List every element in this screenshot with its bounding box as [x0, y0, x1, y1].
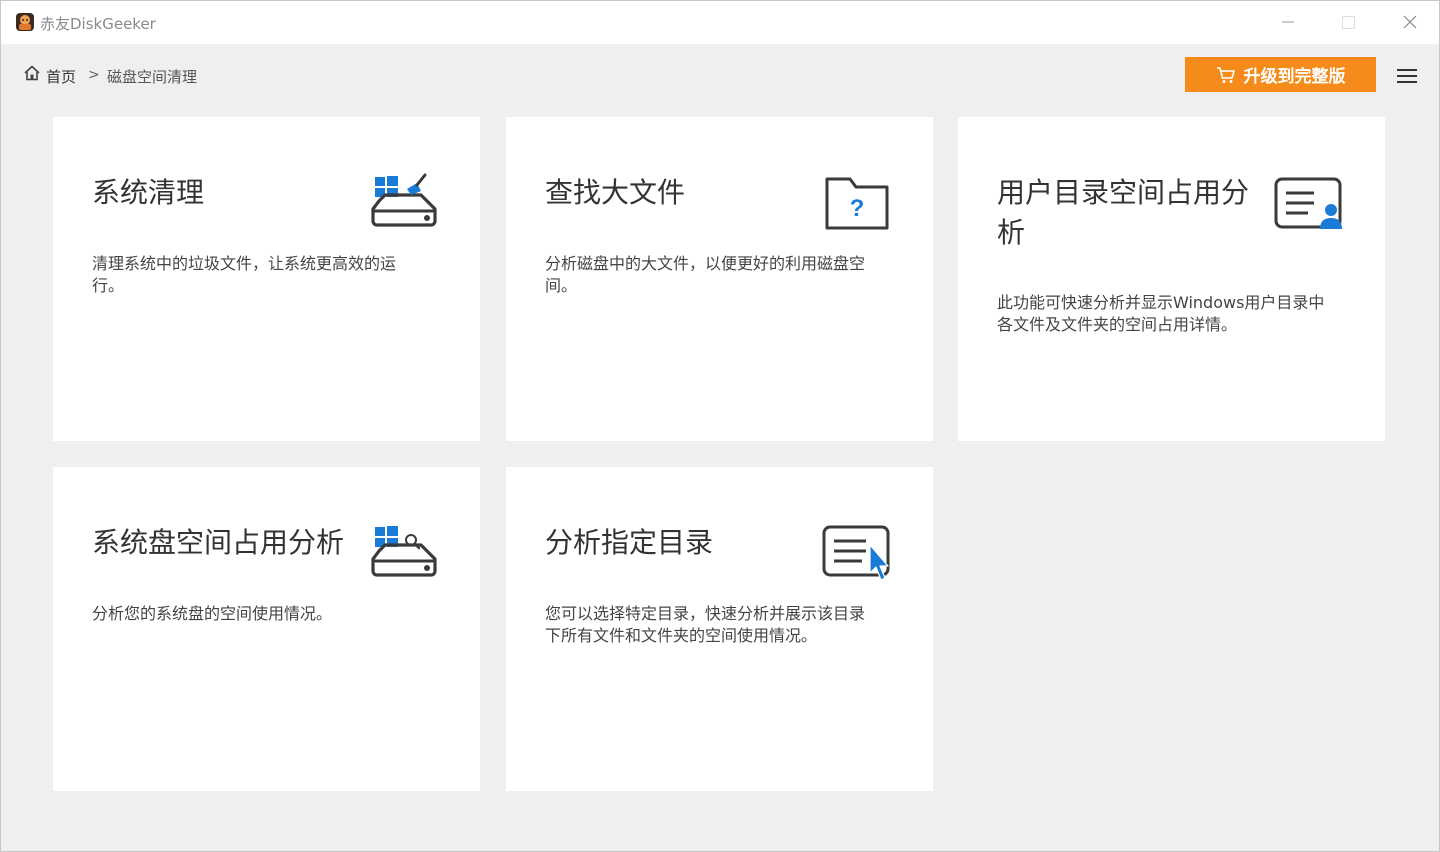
description-line: 此功能可快速分析并显示Windows用户目录中	[997, 293, 1325, 312]
card-system-disk-analysis[interactable]: 系统盘空间占用分析 分析您的系统盘的空间使用情况。	[53, 467, 480, 791]
user-directory-icon	[1274, 177, 1342, 229]
home-icon[interactable]	[23, 64, 41, 82]
card-title: 系统清理	[92, 176, 205, 209]
list-cursor-icon	[822, 525, 890, 581]
description-line: 您可以选择特定目录，快速分析并展示该目录	[545, 604, 866, 623]
disk-clean-icon	[371, 173, 437, 227]
card-title: 系统盘空间占用分析	[92, 526, 345, 559]
card-description: 清理系统中的垃圾文件，让系统更高效的运 行。	[92, 253, 396, 297]
hamburger-menu-icon[interactable]	[1396, 67, 1418, 85]
description-line: 分析您的系统盘的空间使用情况。	[92, 604, 333, 623]
breadcrumb-separator: >	[88, 67, 100, 83]
app-title: 赤友DiskGeeker	[40, 15, 156, 33]
minimize-icon[interactable]	[1265, 7, 1311, 37]
folder-question-icon: ?	[825, 177, 889, 230]
card-analyze-directory[interactable]: 分析指定目录 您可以选择特定目录，快速分析并展示该目录 下所有文件和文件夹的空间…	[506, 467, 933, 791]
app-logo-icon	[16, 13, 34, 31]
card-description: 您可以选择特定目录，快速分析并展示该目录 下所有文件和文件夹的空间使用情况。	[545, 603, 865, 647]
card-user-directory-analysis[interactable]: 用户目录空间占用分 析 此功能可快速分析并显示Windows用户目录中 各文件及…	[958, 117, 1385, 441]
card-title: 分析指定目录	[545, 526, 714, 559]
title-bar: 赤友DiskGeeker	[1, 1, 1439, 44]
card-title-line: 析	[997, 216, 1026, 249]
card-description: 分析您的系统盘的空间使用情况。	[92, 603, 332, 625]
card-description: 此功能可快速分析并显示Windows用户目录中 各文件及文件夹的空间占用详情。	[997, 292, 1324, 336]
card-title-line: 用户目录空间占用分	[997, 176, 1250, 209]
description-line: 各文件及文件夹的空间占用详情。	[997, 315, 1238, 334]
close-icon[interactable]	[1387, 7, 1433, 37]
svg-text:?: ?	[850, 195, 865, 222]
disk-search-icon	[371, 526, 437, 577]
card-system-clean[interactable]: 系统清理 清理系统中的垃圾文件，让系统更高效的运 行。	[53, 117, 480, 441]
description-line: 行。	[92, 276, 125, 295]
card-find-large-files[interactable]: 查找大文件 ? 分析磁盘中的大文件，以便更好的利用磁盘空 间。	[506, 117, 933, 441]
upgrade-button[interactable]: 升级到完整版	[1185, 57, 1376, 92]
description-line: 间。	[545, 276, 578, 295]
description-line: 分析磁盘中的大文件，以便更好的利用磁盘空	[545, 254, 866, 273]
card-title: 用户目录空间占用分 析	[997, 173, 1249, 253]
upgrade-label: 升级到完整版	[1243, 67, 1346, 87]
breadcrumb-home[interactable]: 首页	[46, 66, 76, 87]
card-description: 分析磁盘中的大文件，以便更好的利用磁盘空 间。	[545, 253, 865, 297]
card-title: 查找大文件	[545, 176, 686, 209]
maximize-icon[interactable]	[1325, 7, 1371, 37]
description-line: 下所有文件和文件夹的空间使用情况。	[545, 626, 818, 645]
cart-icon	[1216, 66, 1235, 83]
app-window: 赤友DiskGeeker 首页 > 磁盘空间清理 升级到完整版 系统清理 清理系…	[0, 0, 1440, 852]
description-line: 清理系统中的垃圾文件，让系统更高效的运	[92, 254, 397, 273]
breadcrumb-current: 磁盘空间清理	[107, 68, 198, 86]
